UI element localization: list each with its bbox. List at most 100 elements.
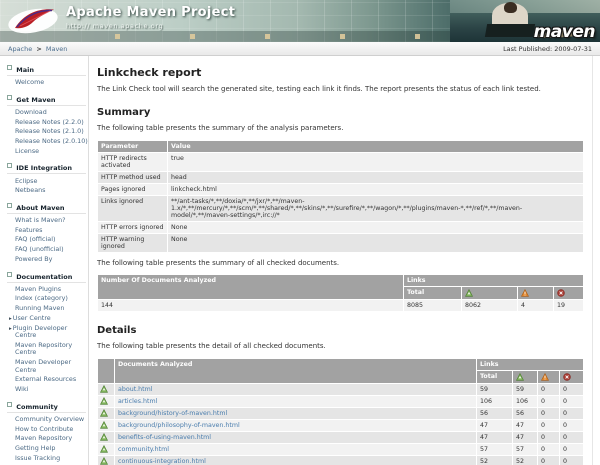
sidebar-entry[interactable]: External Resources bbox=[7, 375, 88, 385]
sidebar-entry[interactable]: Features bbox=[7, 226, 88, 236]
sidebar-entry[interactable]: Community bbox=[7, 402, 86, 413]
sidebar-label[interactable]: Powered By bbox=[15, 255, 52, 263]
row-status-cell bbox=[98, 455, 115, 465]
sidebar-entry[interactable]: Get Maven bbox=[7, 95, 86, 106]
document-row: background/history-of-maven.html 56 56 0… bbox=[98, 407, 584, 419]
sidebar-entry[interactable]: Maven Developer Centre bbox=[7, 358, 88, 375]
apache-feather-logo[interactable] bbox=[6, 3, 64, 37]
sidebar-entry[interactable]: IDE Integration bbox=[7, 163, 86, 174]
parameter-row: Pages ignored linkcheck.html bbox=[98, 183, 584, 195]
total-count: 52 bbox=[476, 455, 512, 465]
sidebar-label[interactable]: What is Maven? bbox=[15, 216, 66, 224]
parameter-value: head bbox=[168, 171, 584, 183]
sidebar-entry[interactable]: Netbeans bbox=[7, 186, 88, 196]
sidebar-label[interactable]: Running Maven bbox=[15, 304, 64, 312]
sidebar-label[interactable]: Issue Tracking bbox=[15, 454, 60, 462]
sidebar-label[interactable]: Wiki bbox=[15, 385, 28, 393]
sidebar-entry[interactable]: Getting Help bbox=[7, 444, 88, 454]
sidebar-label[interactable]: Maven Plugins bbox=[15, 285, 61, 293]
sidebar-entry[interactable]: Community Overview bbox=[7, 415, 88, 425]
ok-count: 57 bbox=[512, 443, 537, 455]
sidebar-entry[interactable]: Issue Tracking bbox=[7, 454, 88, 464]
sidebar-entry[interactable]: Maven Repository Centre bbox=[7, 341, 88, 358]
document-link[interactable]: background/philosophy-of-maven.html bbox=[118, 422, 240, 429]
total-header: Total bbox=[403, 287, 461, 300]
sidebar-entry[interactable]: What is Maven? bbox=[7, 216, 88, 226]
sidebar-entry[interactable]: FAQ (unofficial) bbox=[7, 245, 88, 255]
document-link[interactable]: background/history-of-maven.html bbox=[118, 410, 227, 417]
sidebar-entry[interactable]: Main bbox=[7, 65, 86, 76]
sidebar-label[interactable]: About Maven bbox=[16, 204, 64, 212]
breadcrumb-link-maven[interactable]: Maven bbox=[46, 45, 68, 53]
breadcrumb: Apache > Maven bbox=[8, 45, 67, 53]
details-heading: Details bbox=[97, 325, 584, 336]
sidebar-label[interactable]: Maven Repository bbox=[15, 434, 72, 442]
success-icon bbox=[100, 397, 108, 405]
sidebar-entry[interactable]: Download bbox=[7, 108, 88, 118]
sidebar-label[interactable]: Main bbox=[16, 66, 34, 74]
sidebar-entry[interactable]: About Maven bbox=[7, 203, 86, 214]
sidebar-label[interactable]: IDE Integration bbox=[16, 164, 72, 172]
document-cell: benefits-of-using-maven.html bbox=[115, 431, 477, 443]
sidebar-label[interactable]: External Resources bbox=[15, 375, 76, 383]
sidebar-label[interactable]: Getting Help bbox=[15, 444, 55, 452]
document-link[interactable]: about.html bbox=[118, 386, 153, 393]
sidebar-label[interactable]: How to Contribute bbox=[15, 425, 73, 433]
sidebar-entry[interactable]: Release Notes (2.1.0) bbox=[7, 127, 88, 137]
sidebar-entry[interactable]: ▸Plugin Developer Centre bbox=[7, 323, 88, 340]
sidebar-label[interactable]: Maven Repository Centre bbox=[15, 341, 72, 357]
sidebar-entry[interactable]: FAQ (official) bbox=[7, 235, 88, 245]
sidebar-label[interactable]: Welcome bbox=[15, 78, 44, 86]
document-cell: background/philosophy-of-maven.html bbox=[115, 419, 477, 431]
sidebar-label[interactable]: FAQ (official) bbox=[15, 235, 55, 243]
page-title: Linkcheck report bbox=[97, 66, 584, 79]
sidebar-entry[interactable]: Wiki bbox=[7, 385, 88, 395]
success-icon bbox=[100, 385, 108, 393]
sidebar-label[interactable]: License bbox=[15, 147, 39, 155]
sidebar-label[interactable]: Get Maven bbox=[16, 96, 55, 104]
document-link[interactable]: benefits-of-using-maven.html bbox=[118, 434, 211, 441]
site-title-link[interactable]: Apache Maven Project http:// maven.apach… bbox=[66, 5, 235, 30]
parameter-name: HTTP redirects activated bbox=[98, 152, 168, 171]
sidebar-label[interactable]: Eclipse bbox=[15, 177, 37, 185]
success-count-header bbox=[512, 370, 537, 383]
sidebar-entry[interactable]: How to Contribute bbox=[7, 425, 88, 435]
sidebar-entry[interactable]: Release Notes (2.0.10) bbox=[7, 137, 88, 147]
sidebar-label[interactable]: Community Overview bbox=[15, 415, 84, 423]
error-count-header bbox=[553, 287, 583, 300]
sidebar-label[interactable]: Index (category) bbox=[15, 294, 68, 302]
err-count: 0 bbox=[559, 419, 583, 431]
sidebar-entry[interactable]: License bbox=[7, 147, 88, 157]
sidebar-label[interactable]: Download bbox=[15, 108, 47, 116]
sidebar-entry[interactable]: ▸User Centre bbox=[7, 314, 88, 324]
sidebar-entry[interactable]: Maven Repository bbox=[7, 434, 88, 444]
breadcrumb-link-apache[interactable]: Apache bbox=[8, 45, 32, 53]
sidebar-label[interactable]: Netbeans bbox=[15, 186, 46, 194]
document-link[interactable]: community.html bbox=[118, 446, 169, 453]
sidebar-label[interactable]: FAQ (unofficial) bbox=[15, 245, 64, 253]
sidebar: Main Welcome Get Maven Download Release … bbox=[0, 56, 89, 465]
parameter-name: HTTP method used bbox=[98, 171, 168, 183]
success-icon bbox=[100, 421, 108, 429]
sidebar-entry[interactable]: Release Notes (2.2.0) bbox=[7, 117, 88, 127]
maven-logo[interactable]: maven bbox=[534, 22, 595, 42]
sidebar-entry[interactable]: Index (category) bbox=[7, 294, 88, 304]
sidebar-label[interactable]: Features bbox=[15, 226, 42, 234]
sidebar-entry[interactable]: Welcome bbox=[7, 78, 88, 88]
sidebar-label[interactable]: Release Notes (2.2.0) bbox=[15, 118, 84, 126]
document-link[interactable]: continuous-integration.html bbox=[118, 458, 206, 465]
sidebar-entry[interactable]: Documentation bbox=[7, 272, 86, 283]
sidebar-label[interactable]: Release Notes (2.1.0) bbox=[15, 127, 84, 135]
sidebar-entry[interactable]: Powered By bbox=[7, 255, 88, 265]
sidebar-entry[interactable]: Maven Plugins bbox=[7, 285, 88, 295]
sidebar-label[interactable]: Plugin Developer Centre bbox=[13, 324, 67, 340]
sidebar-label[interactable]: Maven Developer Centre bbox=[15, 358, 71, 374]
sidebar-label[interactable]: Community bbox=[16, 403, 58, 411]
warn-count: 0 bbox=[537, 455, 559, 465]
sidebar-label[interactable]: User Centre bbox=[13, 314, 51, 322]
sidebar-label[interactable]: Documentation bbox=[16, 273, 72, 281]
document-link[interactable]: articles.html bbox=[118, 398, 157, 405]
sidebar-label[interactable]: Release Notes (2.0.10) bbox=[15, 137, 88, 145]
sidebar-entry[interactable]: Running Maven bbox=[7, 304, 88, 314]
sidebar-entry[interactable]: Eclipse bbox=[7, 176, 88, 186]
